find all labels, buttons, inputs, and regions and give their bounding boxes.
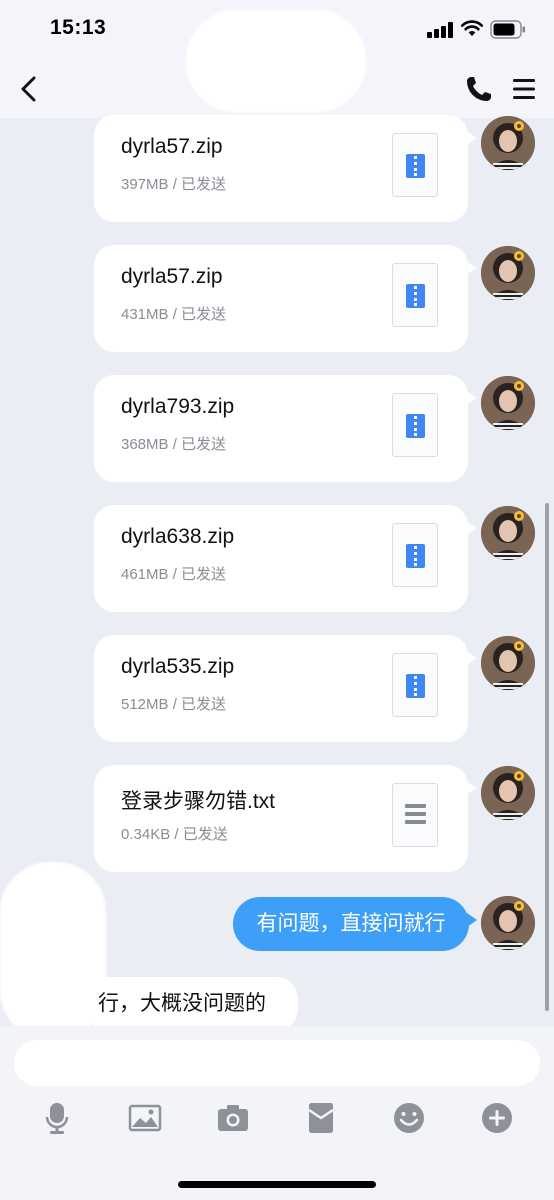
my-avatar[interactable] (481, 636, 535, 690)
image-icon[interactable] (127, 1100, 163, 1136)
file-message[interactable]: dyrla535.zip 512MB / 已发送 (94, 635, 477, 742)
my-avatar[interactable] (481, 896, 535, 950)
emoji-icon[interactable] (391, 1100, 427, 1136)
phone-call-icon[interactable] (464, 74, 494, 104)
file-name: dyrla57.zip (121, 135, 223, 158)
file-message[interactable]: 登录步骤勿错.txt 0.34KB / 已发送 (94, 765, 477, 872)
their-message-bubble[interactable]: 行，大概没问题的 (86, 977, 298, 1031)
txt-file-icon (392, 783, 438, 847)
file-name: dyrla57.zip (121, 265, 223, 288)
file-meta: 0.34KB / 已发送 (121, 826, 228, 843)
back-button[interactable] (14, 72, 46, 106)
menu-icon[interactable] (510, 76, 538, 102)
my-avatar[interactable] (481, 376, 535, 430)
plus-icon[interactable] (479, 1100, 515, 1136)
file-message[interactable]: dyrla638.zip 461MB / 已发送 (94, 505, 477, 612)
file-meta: 431MB / 已发送 (121, 306, 227, 323)
file-message[interactable]: dyrla57.zip 431MB / 已发送 (94, 245, 477, 352)
file-name: dyrla535.zip (121, 655, 235, 678)
file-meta: 397MB / 已发送 (121, 176, 227, 193)
file-name: dyrla793.zip (121, 395, 235, 418)
file-meta: 368MB / 已发送 (121, 436, 227, 453)
scrollbar[interactable] (545, 503, 549, 1011)
my-message-bubble[interactable]: 有问题，直接问就行 (233, 897, 477, 951)
file-name: dyrla638.zip (121, 525, 235, 548)
home-indicator (178, 1181, 376, 1188)
file-message[interactable]: dyrla793.zip 368MB / 已发送 (94, 375, 477, 482)
red-packet-icon[interactable] (303, 1100, 339, 1136)
file-name: 登录步骤勿错.txt (121, 790, 276, 813)
file-meta: 461MB / 已发送 (121, 566, 227, 583)
my-avatar[interactable] (481, 116, 535, 170)
my-avatar[interactable] (481, 766, 535, 820)
my-avatar[interactable] (481, 506, 535, 560)
redacted-contact-name (186, 10, 366, 112)
zip-file-icon (392, 523, 438, 587)
message-input[interactable] (14, 1040, 540, 1086)
status-time: 15:13 (50, 16, 107, 39)
cellular-signal-icon (427, 22, 453, 38)
zip-file-icon (392, 263, 438, 327)
file-meta: 512MB / 已发送 (121, 696, 227, 713)
wifi-icon (460, 20, 484, 36)
zip-file-icon (392, 393, 438, 457)
battery-icon (490, 20, 525, 39)
camera-icon[interactable] (215, 1100, 251, 1136)
zip-file-icon (392, 133, 438, 197)
input-area (0, 1026, 554, 1200)
microphone-icon[interactable] (39, 1100, 75, 1136)
file-message[interactable]: dyrla57.zip 397MB / 已发送 (94, 115, 477, 222)
zip-file-icon (392, 653, 438, 717)
my-avatar[interactable] (481, 246, 535, 300)
